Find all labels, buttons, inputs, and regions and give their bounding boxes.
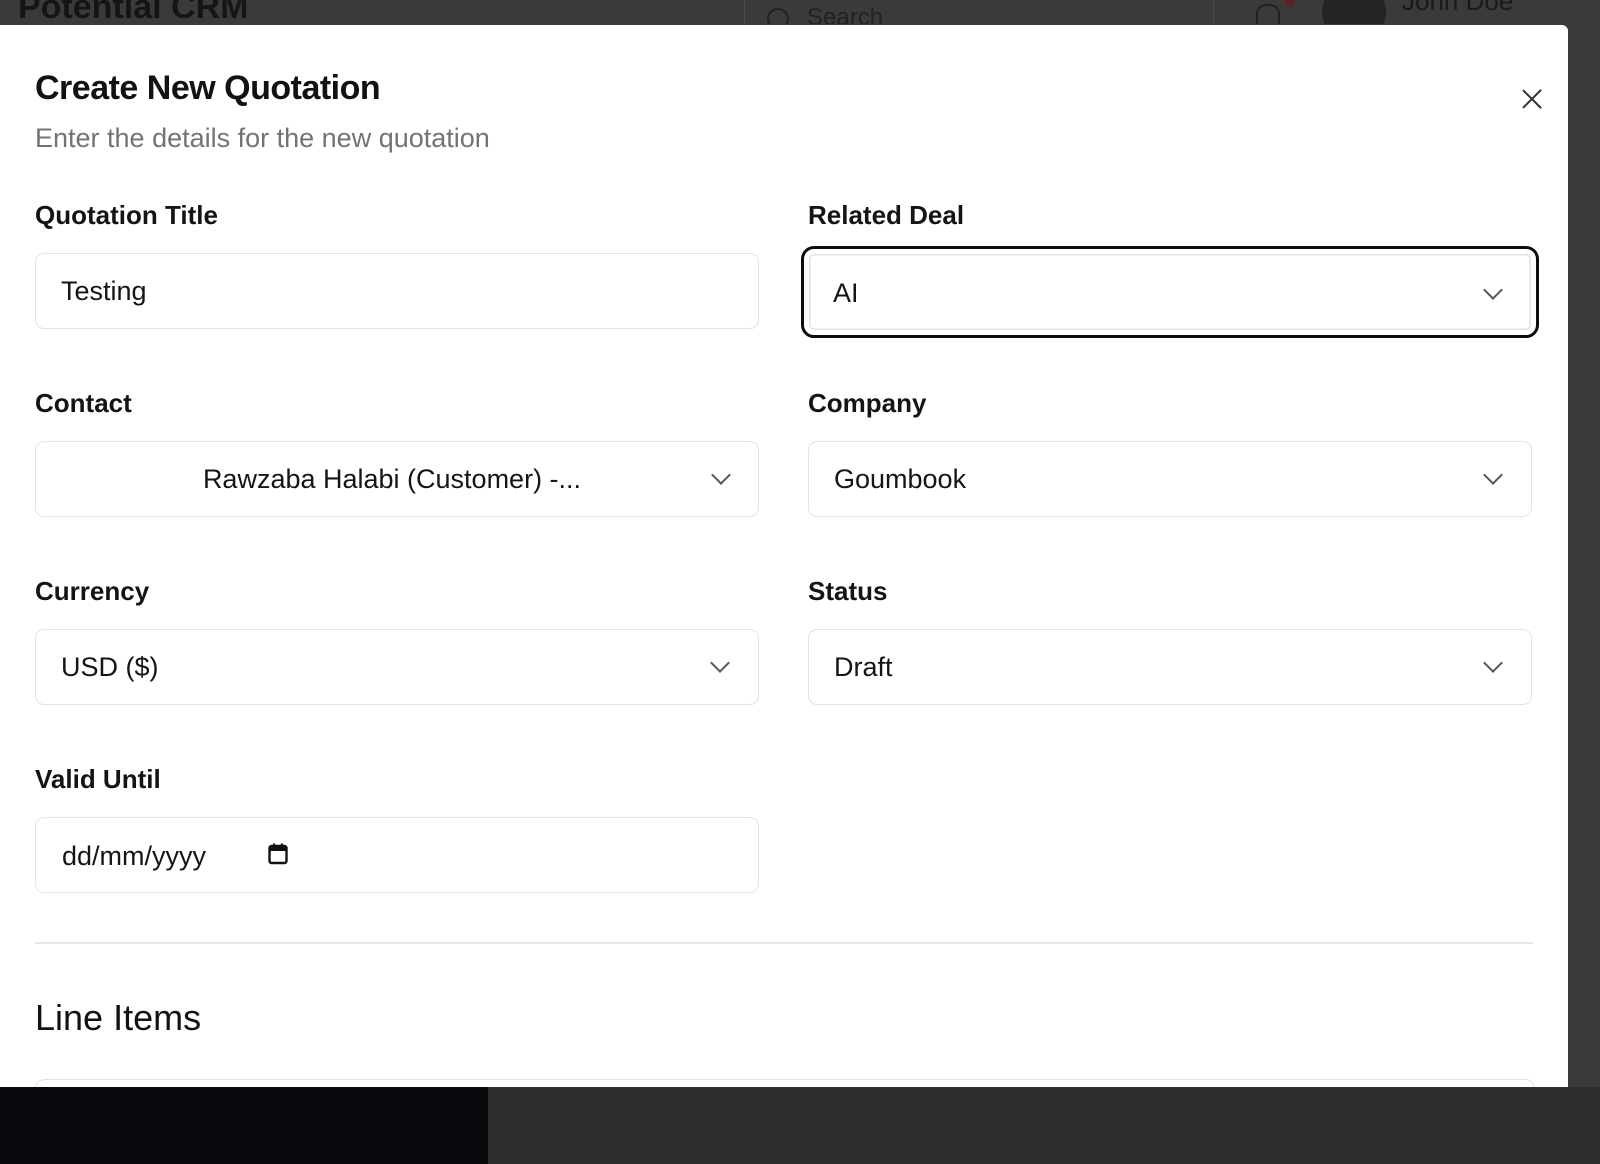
related-deal-value: AI xyxy=(833,278,859,308)
dialog-subtitle: Enter the details for the new quotation xyxy=(35,123,490,153)
valid-until-placeholder: dd/mm/yyyy xyxy=(62,841,207,871)
valid-until-date-input[interactable]: dd/mm/yyyy xyxy=(35,817,759,893)
calendar-icon[interactable] xyxy=(268,843,288,865)
app-title: Potential CRM xyxy=(18,0,249,24)
currency-select[interactable]: USD ($) xyxy=(35,629,759,705)
valid-until-label: Valid Until xyxy=(35,764,161,794)
dialog-title: Create New Quotation xyxy=(35,69,381,107)
bell-icon[interactable] xyxy=(1256,4,1280,24)
bottom-bar xyxy=(0,1087,1600,1164)
currency-label: Currency xyxy=(35,576,150,606)
status-value: Draft xyxy=(834,652,893,682)
search-icon xyxy=(767,8,789,24)
bottom-bar-left xyxy=(0,1087,488,1164)
related-deal-select[interactable]: AI xyxy=(801,246,1539,338)
currency-value: USD ($) xyxy=(61,652,159,682)
line-items-table xyxy=(35,1079,1535,1087)
quotation-title-input[interactable]: Testing xyxy=(35,253,759,329)
contact-label: Contact xyxy=(35,388,132,418)
section-divider xyxy=(35,942,1533,944)
app-header: Potential CRM Search John Doe xyxy=(0,0,1600,24)
chevron-down-icon xyxy=(710,653,730,673)
search-bar[interactable]: Search xyxy=(744,0,1214,24)
search-placeholder: Search xyxy=(807,4,884,24)
quotation-title-value: Testing xyxy=(61,276,147,306)
company-select[interactable]: Goumbook xyxy=(808,441,1532,517)
notification-dot xyxy=(1286,0,1294,6)
contact-select[interactable]: Rawzaba Halabi (Customer) -... xyxy=(35,441,759,517)
quotation-title-label: Quotation Title xyxy=(35,200,218,230)
avatar[interactable] xyxy=(1322,0,1386,24)
chevron-down-icon xyxy=(1483,653,1503,673)
related-deal-label: Related Deal xyxy=(808,200,965,230)
user-name[interactable]: John Doe xyxy=(1402,0,1513,17)
contact-value: Rawzaba Halabi (Customer) -... xyxy=(202,464,582,494)
chevron-down-icon xyxy=(1483,465,1503,485)
company-label: Company xyxy=(808,388,927,418)
status-label: Status xyxy=(808,576,888,606)
company-value: Goumbook xyxy=(834,464,967,494)
status-select[interactable]: Draft xyxy=(808,629,1532,705)
line-items-heading: Line Items xyxy=(35,997,202,1038)
create-quotation-dialog: Create New Quotation Enter the details f… xyxy=(0,25,1568,1087)
chevron-down-icon xyxy=(1483,280,1503,300)
close-icon[interactable] xyxy=(1518,85,1546,113)
